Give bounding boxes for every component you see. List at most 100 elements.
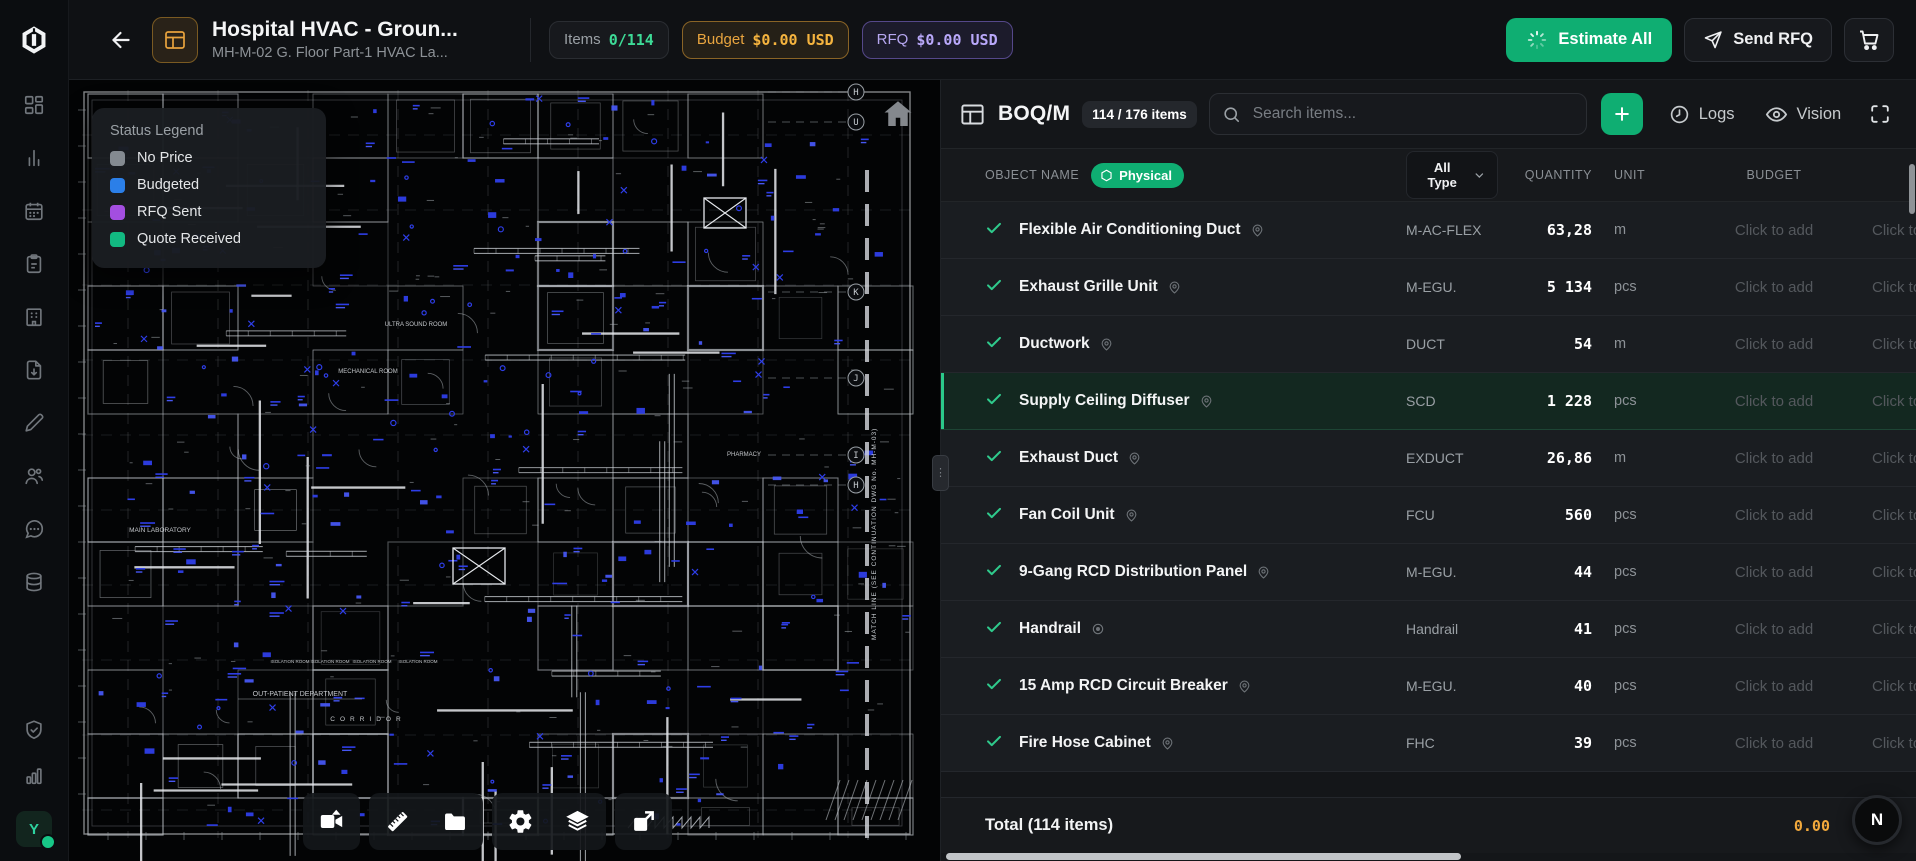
- horizontal-scrollbar[interactable]: [946, 853, 1461, 860]
- sidebar-item-export[interactable]: [23, 359, 45, 381]
- vision-button[interactable]: Vision: [1765, 103, 1841, 126]
- sidebar-item-stats[interactable]: [23, 765, 45, 787]
- cost-click-to-add[interactable]: Click to add: [1872, 393, 1916, 410]
- table-row[interactable]: Supply Ceiling Diffuser SCD 1 228 pcs Click …: [941, 373, 1916, 430]
- budget-click-to-add[interactable]: Click to add: [1676, 678, 1872, 695]
- budget-click-to-add[interactable]: Click to add: [1676, 621, 1872, 638]
- budget-click-to-add[interactable]: Click to add: [1676, 564, 1872, 581]
- layers-button[interactable]: [549, 793, 606, 850]
- check-icon: [987, 279, 1001, 290]
- record-view-button[interactable]: [303, 793, 360, 850]
- cost-click-to-add[interactable]: Click to add: [1872, 279, 1916, 296]
- back-button[interactable]: [108, 27, 134, 53]
- sidebar-item-annotate[interactable]: [23, 412, 45, 434]
- item-quantity: 54: [1573, 335, 1592, 353]
- sidebar-item-calendar[interactable]: [23, 200, 45, 222]
- budget-click-to-add[interactable]: Click to add: [1676, 222, 1872, 239]
- rfq-badge: RFQ $0.00 USD: [861, 20, 1013, 59]
- sidebar-item-analytics[interactable]: [23, 147, 45, 169]
- table-row[interactable]: 9-Gang RCD Distribution Panel M-EGU. 44 pcs…: [941, 544, 1916, 601]
- cost-click-to-add[interactable]: Click to add: [1872, 507, 1916, 524]
- sidebar-item-security[interactable]: [23, 719, 45, 741]
- budget-click-to-add[interactable]: Click to add: [1676, 507, 1872, 524]
- table-row[interactable]: 15 Amp RCD Circuit Breaker M-EGU. 40 pcs Cli…: [941, 658, 1916, 715]
- search-input[interactable]: [1250, 104, 1574, 124]
- svg-text:K: K: [853, 288, 859, 298]
- legend-swatch: [110, 177, 125, 193]
- item-code: M-EGU.: [1406, 678, 1457, 694]
- table-header: OBJECT NAME Physical All Type QUANTITY U…: [941, 148, 1916, 202]
- table-row[interactable]: Exhaust Duct EXDUCT 26,86 m Click to add Clic…: [941, 430, 1916, 487]
- cost-click-to-add[interactable]: Click to add: [1872, 621, 1916, 638]
- fullscreen-button[interactable]: [1869, 103, 1891, 125]
- target-icon: [1092, 623, 1104, 635]
- budget-click-to-add[interactable]: Click to add: [1676, 336, 1872, 353]
- item-code: DUCT: [1406, 336, 1445, 352]
- assistant-avatar[interactable]: N: [1852, 795, 1902, 845]
- pin-icon: [1239, 680, 1250, 693]
- project-sheet-icon[interactable]: [152, 16, 198, 63]
- sidebar-item-team[interactable]: [23, 465, 45, 487]
- table-row[interactable]: Handrail Handrail 41 pcs Click to add Click t…: [941, 601, 1916, 658]
- table-row[interactable]: Fire Hose Cabinet FHC 39 pcs Click to add Cli…: [941, 715, 1916, 772]
- vertical-scrollbar[interactable]: [1909, 164, 1915, 214]
- files-button[interactable]: [426, 793, 483, 850]
- sidebar-item-dashboard[interactable]: [23, 94, 45, 116]
- open-external-button[interactable]: [615, 793, 672, 850]
- user-avatar[interactable]: Y: [16, 811, 56, 850]
- chevron-down-icon: [1475, 172, 1484, 178]
- cost-click-to-add[interactable]: Click to add: [1872, 564, 1916, 581]
- boq-title: BOQ/M: [998, 102, 1071, 125]
- cart-button[interactable]: [1844, 17, 1894, 62]
- measure-button[interactable]: [369, 793, 426, 850]
- cost-click-to-add[interactable]: Click to add: [1872, 678, 1916, 695]
- viewer-toolbar: [303, 793, 672, 850]
- item-quantity: 44: [1573, 563, 1592, 581]
- database-icon: [26, 572, 42, 592]
- sidebar-item-buildings[interactable]: [23, 306, 45, 328]
- ruler-icon: [388, 812, 408, 832]
- item-name: Supply Ceiling Diffuser: [1019, 392, 1190, 409]
- svg-text:MAIN LABORATORY: MAIN LABORATORY: [129, 527, 191, 534]
- budget-click-to-add[interactable]: Click to add: [1676, 735, 1872, 752]
- table-row[interactable]: Fan Coil Unit FCU 560 pcs Click to add Click …: [941, 487, 1916, 544]
- physical-filter-badge[interactable]: Physical: [1091, 162, 1184, 188]
- table-row[interactable]: Flexible Air Conditioning Duct M-AC-FLEX 6…: [941, 202, 1916, 259]
- cost-click-to-add[interactable]: Click to add: [1872, 336, 1916, 353]
- cost-click-to-add[interactable]: Click to add: [1872, 222, 1916, 239]
- legend-swatch: [110, 231, 125, 247]
- col-budget: BUDGET: [1746, 168, 1802, 182]
- cost-click-to-add[interactable]: Click to add: [1872, 450, 1916, 467]
- gear-icon: [509, 810, 532, 833]
- item-quantity: 1 228: [1546, 392, 1592, 410]
- svg-text:J: J: [853, 374, 858, 384]
- home-view-button[interactable]: [874, 95, 912, 131]
- legend-label: RFQ Sent: [137, 204, 202, 220]
- estimate-all-button[interactable]: Estimate All: [1506, 17, 1673, 62]
- building-icon: [26, 308, 42, 327]
- budget-click-to-add[interactable]: Click to add: [1676, 393, 1872, 410]
- legend-item: RFQ Sent: [110, 204, 308, 220]
- sidebar-bottom: Y: [16, 719, 56, 861]
- table-row[interactable]: Exhaust Grille Unit M-EGU. 5 134 pcs Click t…: [941, 259, 1916, 316]
- logs-button[interactable]: Logs: [1669, 104, 1735, 125]
- sidebar-item-chat[interactable]: [23, 518, 45, 540]
- sidebar-item-data[interactable]: [23, 571, 45, 593]
- type-filter-dropdown[interactable]: All Type: [1406, 151, 1498, 199]
- settings-button[interactable]: [492, 793, 549, 850]
- sidebar-item-tasks[interactable]: [23, 253, 45, 275]
- item-unit: pcs: [1614, 564, 1637, 580]
- cost-click-to-add[interactable]: Click to add: [1872, 735, 1916, 752]
- table-row[interactable]: Ductwork DUCT 54 m Click to addClick to add: [941, 316, 1916, 373]
- item-code: Handrail: [1406, 621, 1459, 637]
- panel-resize-handle[interactable]: ⋮: [932, 455, 949, 491]
- budget-click-to-add[interactable]: Click to add: [1676, 450, 1872, 467]
- budget-click-to-add[interactable]: Click to add: [1676, 279, 1872, 296]
- svg-text:ISOLATION ROOM: ISOLATION ROOM: [271, 659, 310, 664]
- send-rfq-button[interactable]: Send RFQ: [1684, 17, 1832, 62]
- chat-icon: [25, 520, 44, 539]
- plus-icon: [1614, 107, 1629, 121]
- item-name: Fan Coil Unit: [1019, 506, 1115, 523]
- pin-icon: [1169, 281, 1180, 294]
- add-item-button[interactable]: [1600, 93, 1643, 135]
